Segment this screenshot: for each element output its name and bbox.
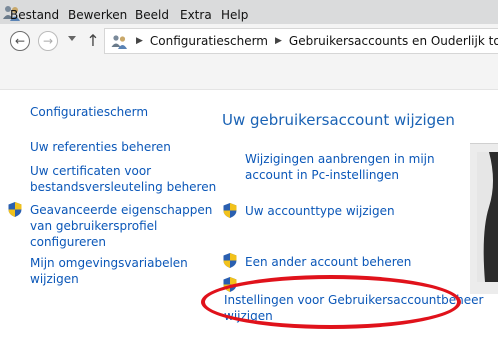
uac-shield-icon [223, 253, 237, 268]
sidebar-item-label: configureren [30, 235, 107, 249]
users-icon [111, 32, 129, 50]
up-arrow-icon[interactable]: ↑ [86, 32, 100, 50]
link-label: Wijzigingen aanbrengen in mijn [245, 152, 435, 166]
sidebar-item-control-panel-home[interactable]: Configuratiescherm [30, 104, 148, 120]
breadcrumb-separator-icon[interactable]: ▶ [136, 36, 143, 46]
link-label: account in Pc-instellingen [245, 168, 400, 182]
recent-pages-chevron-down-icon[interactable] [68, 36, 76, 41]
link-change-account-type[interactable]: Uw accounttype wijzigen [245, 203, 395, 219]
sidebar-item-label: wijzigen [30, 272, 79, 286]
breadcrumb-separator-icon[interactable]: ▶ [275, 36, 282, 46]
sidebar-item-label: Geavanceerde eigenschappen [30, 203, 213, 217]
back-arrow-icon[interactable]: ← [10, 31, 30, 51]
menu-edit[interactable]: Bewerken [68, 8, 127, 22]
sidebar-item-label: van gebruikersprofiel [30, 219, 158, 233]
uac-shield-icon [8, 202, 22, 217]
menu-bar [0, 60, 498, 90]
avatar [477, 152, 498, 282]
address-breadcrumb[interactable]: ▶ Configuratiescherm ▶ Gebruikersaccount… [104, 28, 498, 54]
sidebar-item-advanced-profile-properties[interactable]: Geavanceerde eigenschappen van gebruiker… [30, 202, 212, 250]
sidebar-item-environment-variables[interactable]: Mijn omgevingsvariabelen wijzigen [30, 255, 188, 287]
link-pc-settings[interactable]: Wijzigingen aanbrengen in mijn account i… [245, 151, 435, 183]
menu-help[interactable]: Help [221, 8, 248, 22]
sidebar-item-manage-credentials[interactable]: Uw referenties beheren [30, 139, 171, 155]
sidebar-item-label: bestandsversleuteling beheren [30, 180, 217, 194]
menu-file[interactable]: Bestand [10, 8, 59, 22]
highlight-annotation [201, 275, 461, 329]
sidebar-item-label: Mijn omgevingsvariabelen [30, 256, 188, 270]
menu-tools[interactable]: Extra [180, 8, 212, 22]
breadcrumb-item-user-accounts[interactable]: Gebruikersaccounts en Ouderlijk toezicht [289, 34, 498, 48]
sidebar-item-label: Uw certificaten voor [30, 164, 152, 178]
sidebar-item-label: Uw referenties beheren [30, 140, 171, 154]
uac-shield-icon [223, 203, 237, 218]
menu-view[interactable]: Beeld [135, 8, 169, 22]
forward-arrow-icon[interactable]: → [38, 31, 58, 51]
link-manage-other-account[interactable]: Een ander account beheren [245, 254, 411, 270]
page-title: Uw gebruikersaccount wijzigen [222, 111, 455, 129]
breadcrumb-item-control-panel[interactable]: Configuratiescherm [150, 34, 268, 48]
sidebar-item-manage-certificates[interactable]: Uw certificaten voor bestandsversleuteli… [30, 163, 216, 195]
